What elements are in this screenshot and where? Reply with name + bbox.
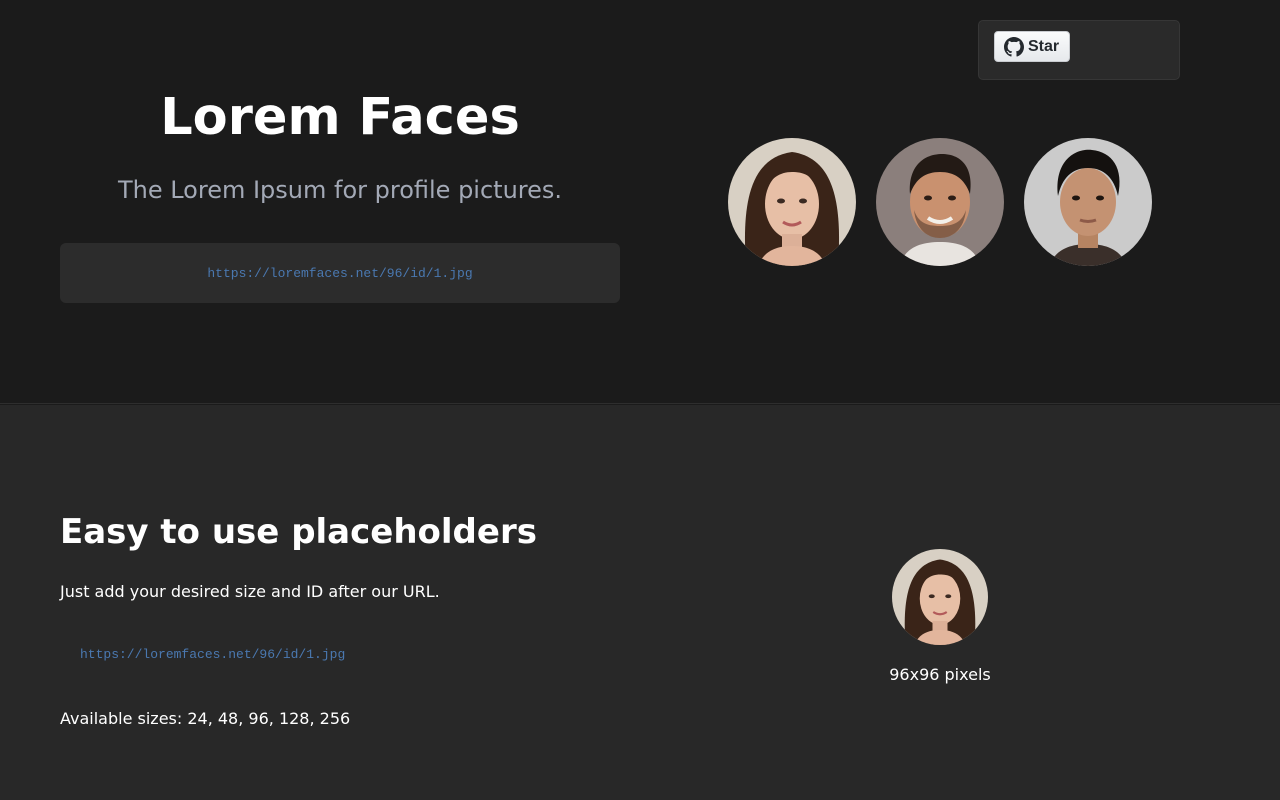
github-star-widget: Star [978,20,1180,80]
hero-section: Star Lorem Faces The Lorem Ipsum for pro… [0,0,1280,404]
available-sizes: Available sizes: 24, 48, 96, 128, 256 [60,709,351,728]
usage-description: Just add your desired size and ID after … [60,582,440,601]
tagline: The Lorem Ipsum for profile pictures. [117,176,563,204]
example-url[interactable]: https://loremfaces.net/96/id/1.jpg [207,266,472,281]
page-title: Lorem Faces [160,88,520,147]
usage-section: Easy to use placeholders Just add your d… [0,405,1280,800]
avatar-face-3 [1024,138,1152,266]
usage-url[interactable]: https://loremfaces.net/96/id/1.jpg [80,647,345,662]
preview-avatar [892,549,988,645]
url-example-box: https://loremfaces.net/96/id/1.jpg [60,243,620,303]
usage-heading: Easy to use placeholders [60,512,537,552]
github-star-button[interactable]: Star [994,31,1070,62]
avatar-face-1 [728,138,856,266]
preview-size-caption: 96x96 pixels [889,665,991,684]
avatar-face-2 [876,138,1004,266]
github-icon [1004,36,1024,57]
star-label: Star [1028,37,1060,55]
